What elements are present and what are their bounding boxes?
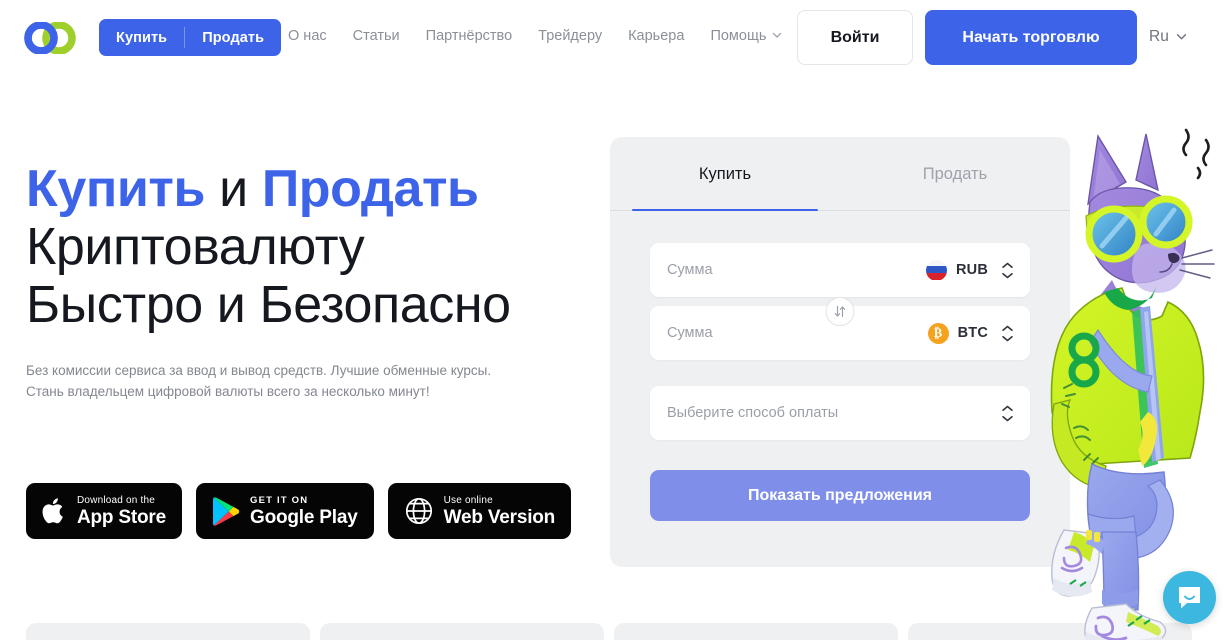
feature-card[interactable] (614, 623, 898, 640)
google-play-bottom-label: Google Play (249, 506, 358, 528)
payment-method-row[interactable]: Выберите способ оплаты (650, 386, 1030, 440)
start-trading-button[interactable]: Начать торговлю (925, 10, 1137, 65)
login-button[interactable]: Войти (797, 10, 913, 65)
show-offers-button[interactable]: Показать предложения (650, 470, 1030, 521)
landing-page: Купить Продать О нас Статьи Партнёрство … (0, 0, 1232, 640)
app-store-bottom-label: App Store (77, 506, 166, 528)
header-sell-button[interactable]: Продать (185, 19, 281, 56)
currency-from-selector[interactable]: RUB (925, 259, 988, 281)
apple-icon (42, 496, 67, 526)
nav-item-career[interactable]: Карьера (628, 28, 684, 44)
payment-method-stepper[interactable] (1000, 405, 1014, 422)
feature-card[interactable] (26, 623, 310, 640)
main-nav: О нас Статьи Партнёрство Трейдеру Карьер… (288, 28, 782, 44)
language-selector[interactable]: Ru (1149, 28, 1187, 46)
web-version-bottom-label: Web Version (443, 506, 556, 528)
currency-to-code: BTC (957, 325, 988, 341)
tab-sell[interactable]: Продать (840, 137, 1070, 211)
nav-label-about: О нас (288, 28, 327, 44)
chevron-down-icon (1176, 31, 1187, 40)
nav-item-about[interactable]: О нас (288, 28, 327, 44)
nav-item-partnership[interactable]: Партнёрство (426, 28, 513, 44)
web-version-badge[interactable]: Use online Web Version (387, 483, 572, 539)
hero-paragraph: Без комиссии сервиса за ввод и вывод сре… (26, 363, 492, 399)
widget-tabs: Купить Продать (610, 137, 1070, 211)
store-badges: Download on the App Store GET IT ON Goog… (26, 483, 572, 539)
nav-label-partnership: Партнёрство (425, 28, 513, 44)
web-version-top-label: Use online (443, 494, 493, 506)
web-version-text: Use online Web Version (444, 495, 556, 528)
intercom-chat-button[interactable] (1163, 571, 1216, 624)
russia-flag-icon (925, 259, 947, 281)
swap-currencies-button[interactable] (825, 297, 855, 326)
currency-to-selector[interactable]: ₿ BTC (927, 322, 988, 344)
page-title: Купить и Продать Криптовалюту Быстро и Б… (26, 160, 586, 334)
app-store-badge[interactable]: Download on the App Store (26, 483, 182, 539)
currency-from-stepper[interactable] (1000, 262, 1014, 279)
globe-icon (404, 496, 434, 526)
nav-label-help: Помощь (710, 28, 767, 44)
payment-method-input[interactable]: Выберите способ оплаты (667, 405, 1000, 421)
hero-title-and: и (205, 160, 262, 218)
bitcoin-icon: ₿ (927, 322, 949, 344)
nav-item-trader[interactable]: Трейдеру (538, 28, 602, 44)
amount-from-input[interactable]: Сумма (667, 262, 926, 278)
amount-from-row[interactable]: Сумма RUB (650, 243, 1030, 297)
hero-title-line2: Криптовалюту (26, 218, 365, 276)
tab-buy[interactable]: Купить (610, 137, 840, 211)
header-buy-sell-toggle[interactable]: Купить Продать (99, 19, 282, 56)
amount-to-input[interactable]: Сумма (667, 325, 928, 341)
chevron-down-icon (772, 30, 782, 39)
feature-card[interactable] (320, 623, 604, 640)
currency-from-code: RUB (955, 262, 988, 278)
google-play-badge[interactable]: GET IT ON Google Play (195, 483, 374, 539)
infinity-rings-logo[interactable] (24, 21, 76, 55)
nav-item-help[interactable]: Помощь (710, 28, 782, 44)
currency-to-stepper[interactable] (1000, 325, 1014, 342)
google-play-text: GET IT ON Google Play (250, 495, 358, 528)
nav-label-trader: Трейдеру (538, 28, 603, 44)
nav-label-career: Карьера (628, 28, 685, 44)
google-play-icon (212, 496, 240, 527)
nav-item-articles[interactable]: Статьи (353, 28, 400, 44)
hero-section: Купить и Продать Криптовалюту Быстро и Б… (26, 160, 586, 402)
app-store-text: Download on the App Store (77, 495, 166, 528)
header-buy-button[interactable]: Купить (99, 19, 184, 56)
widget-fields: Сумма RUB Сумма ₿ BTC (610, 211, 1070, 360)
site-header: Купить Продать О нас Статьи Партнёрство … (0, 0, 1232, 75)
cyber-cat-mascot (1040, 112, 1232, 640)
app-store-top-label: Download on the (77, 494, 156, 506)
language-label: Ru (1149, 28, 1169, 45)
exchange-widget: Купить Продать Сумма RUB Сумма ₿ BTC Выб… (610, 137, 1070, 567)
nav-label-articles: Статьи (352, 28, 400, 44)
hero-title-buy: Купить (26, 160, 206, 218)
hero-title-sell: Продать (261, 160, 479, 218)
payment-method-field[interactable]: Выберите способ оплаты (650, 386, 1030, 440)
hero-title-line3: Быстро и Безопасно (26, 276, 511, 334)
google-play-top-label: GET IT ON (249, 494, 309, 506)
